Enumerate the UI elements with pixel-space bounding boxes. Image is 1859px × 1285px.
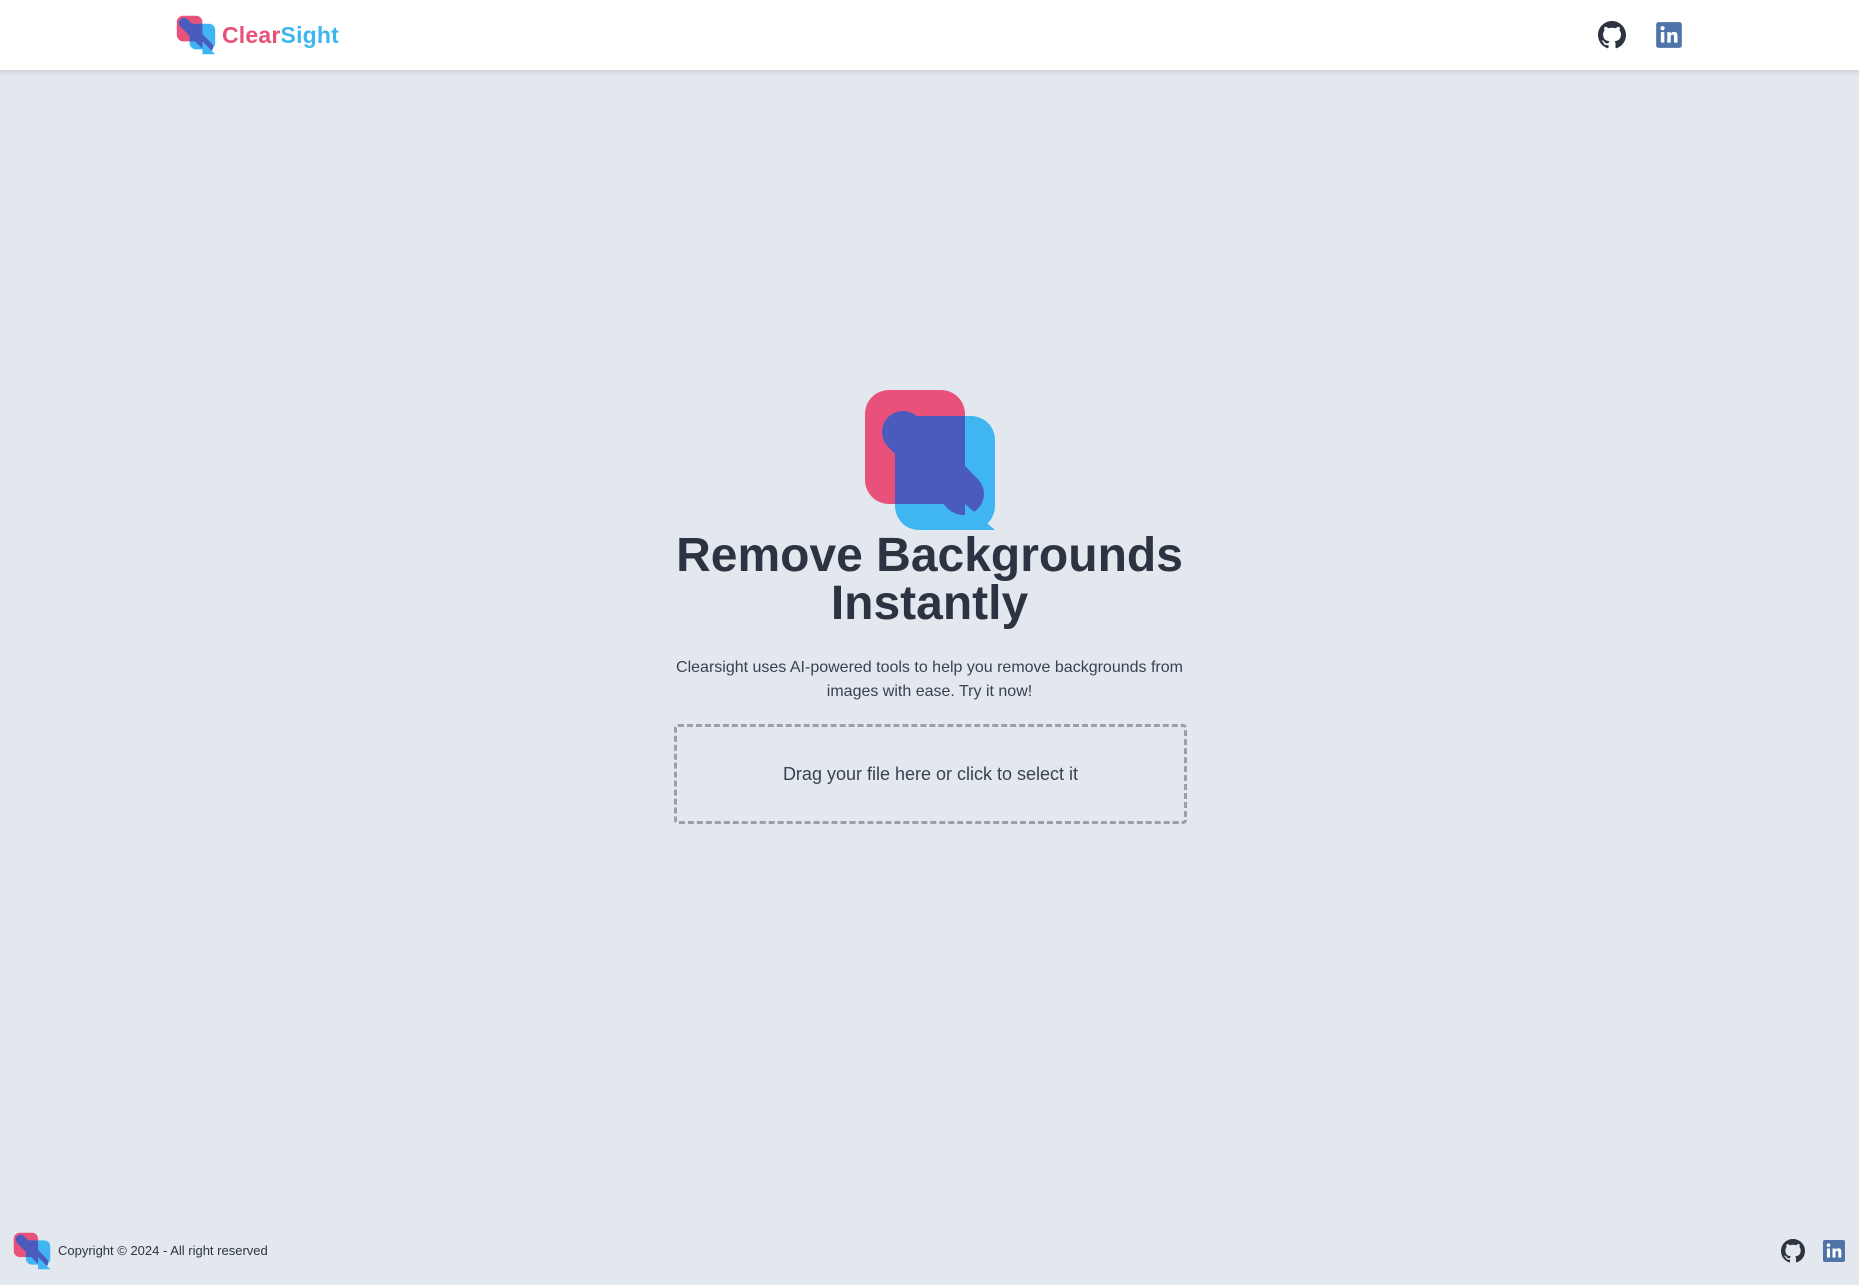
github-icon[interactable]	[1598, 21, 1626, 49]
top-navbar: ClearSight	[0, 0, 1859, 70]
brand-name-clear: Clear	[222, 21, 281, 48]
footer-copyright: Copyright © 2024 - All right reserved	[58, 1243, 268, 1258]
hero-description: Clearsight uses AI-powered tools to help…	[676, 659, 1183, 700]
hero-title: Remove Backgrounds Instantly	[676, 529, 1183, 630]
linkedin-icon[interactable]	[1655, 21, 1683, 49]
brand-name: ClearSight	[222, 22, 339, 49]
clearsight-hero-logo-icon	[864, 390, 995, 530]
brand-link[interactable]: ClearSight	[176, 14, 339, 56]
footer-github-icon[interactable]	[1781, 1239, 1805, 1263]
file-dropzone[interactable]: Drag your file here or click to select i…	[674, 724, 1187, 824]
clearsight-footer-logo-icon	[13, 1232, 51, 1270]
hero-section: Remove Backgrounds Instantly Clearsight …	[0, 388, 1859, 704]
clearsight-logo-icon	[176, 15, 216, 55]
dropzone-label: Drag your file here or click to select i…	[782, 763, 1079, 784]
brand-name-sight: Sight	[280, 21, 340, 48]
footer-linkedin-icon[interactable]	[1822, 1239, 1846, 1263]
